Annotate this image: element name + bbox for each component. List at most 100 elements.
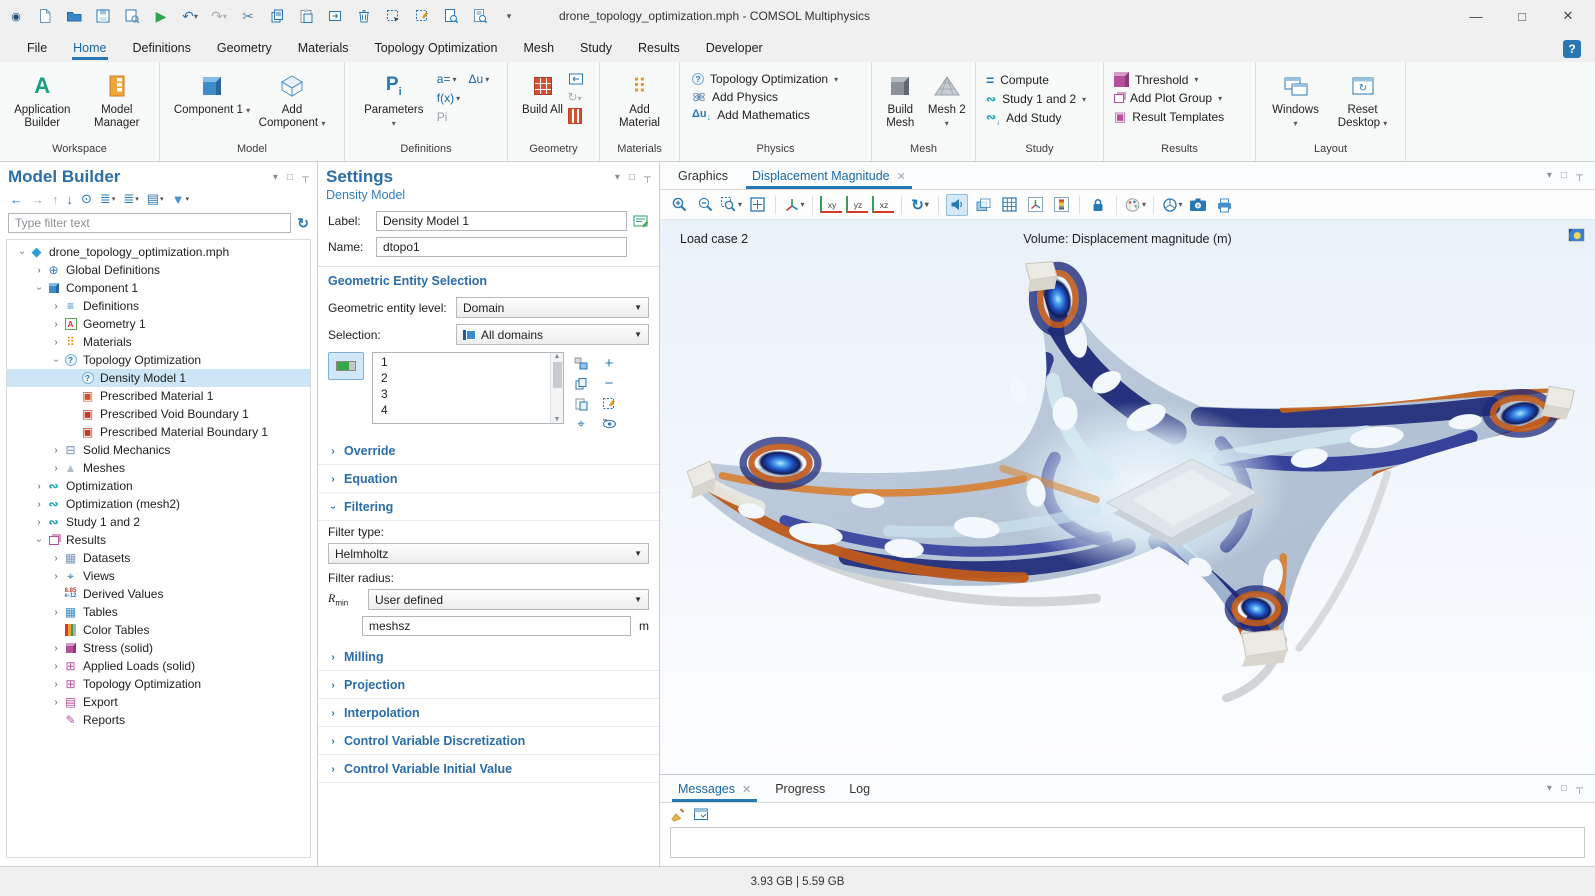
panel-float-icon[interactable]: □ xyxy=(629,172,635,183)
panel-float-icon[interactable]: □ xyxy=(1561,170,1567,181)
panel-menu-icon[interactable]: ▾ xyxy=(1547,783,1552,794)
move-up-icon[interactable]: ↑ xyxy=(52,192,59,207)
domain-list[interactable]: 1 2 3 4 ▲▼ xyxy=(372,352,564,424)
delete-icon[interactable] xyxy=(352,4,376,28)
tree-item-component-1[interactable]: ›Component 1 xyxy=(7,279,310,297)
tree-item-root[interactable]: ›◆drone_topology_optimization.mph xyxy=(7,243,310,261)
tab-results[interactable]: Results xyxy=(625,36,693,62)
geometric-entity-level-select[interactable]: Domain▼ xyxy=(456,297,649,318)
tree-filter-input[interactable] xyxy=(8,213,291,233)
chevron-icon[interactable]: › xyxy=(51,353,62,367)
selection-select[interactable]: All domains▼ xyxy=(456,324,649,345)
color-theme-icon[interactable]: ▾ xyxy=(1124,194,1146,216)
chevron-icon[interactable]: › xyxy=(49,301,63,312)
tab-definitions[interactable]: Definitions xyxy=(120,36,204,62)
table-message-icon[interactable] xyxy=(693,807,709,821)
transparency-icon[interactable] xyxy=(972,194,994,216)
panel-float-icon[interactable]: □ xyxy=(1561,783,1567,794)
application-builder-button[interactable]: A Application Builder xyxy=(6,68,79,130)
section-control-variable-initial-value[interactable]: ›Control Variable Initial Value xyxy=(318,755,659,783)
rotate-view-icon[interactable]: ↻▾ xyxy=(909,194,931,216)
tree-item-derived-values[interactable]: 8.85e-12Derived Values xyxy=(7,585,310,603)
zoom-to-selection-icon[interactable]: ⌖ xyxy=(572,414,590,433)
environment-reflections-icon[interactable]: ▾ xyxy=(1161,194,1183,216)
paint-selection-icon[interactable] xyxy=(600,394,618,413)
chevron-icon[interactable]: › xyxy=(49,337,63,348)
edit-label-icon[interactable] xyxy=(633,214,649,228)
tree-item-datasets[interactable]: ›▦Datasets xyxy=(7,549,310,567)
tab-mesh[interactable]: Mesh xyxy=(510,36,567,62)
zoom-extents-icon[interactable] xyxy=(746,194,768,216)
visibility-icon[interactable] xyxy=(600,414,618,433)
panel-menu-icon[interactable]: ▾ xyxy=(615,172,620,183)
chevron-icon[interactable]: › xyxy=(34,281,45,295)
tree-item-geometry-1[interactable]: ›AGeometry 1 xyxy=(7,315,310,333)
add-plot-group-button[interactable]: Add Plot Group▾ xyxy=(1114,91,1224,105)
tree-item-results[interactable]: ›Results xyxy=(7,531,310,549)
save-as-icon[interactable] xyxy=(120,4,144,28)
duplicate-icon[interactable] xyxy=(323,4,347,28)
component-1-button[interactable]: Component 1 ▾ xyxy=(173,68,251,117)
zoom-box-icon[interactable]: ▾ xyxy=(720,194,742,216)
domain-list-scrollbar[interactable]: ▲▼ xyxy=(550,353,563,423)
close-tab-icon[interactable]: ✕ xyxy=(897,170,906,183)
tree-item-applied-loads-solid[interactable]: ›⊞Applied Loads (solid) xyxy=(7,657,310,675)
new-file-icon[interactable] xyxy=(33,4,57,28)
study-1-and-2-button[interactable]: ∾Study 1 and 2▾ xyxy=(986,92,1086,106)
tree-item-prescribed-material-boundary-1[interactable]: ▣Prescribed Material Boundary 1 xyxy=(7,423,310,441)
chevron-icon[interactable]: › xyxy=(34,533,45,547)
view-xz-button[interactable]: xz xyxy=(872,196,894,213)
domain-list-item[interactable]: 4 xyxy=(373,402,550,418)
tab-graphics[interactable]: Graphics xyxy=(666,165,740,189)
tab-geometry[interactable]: Geometry xyxy=(204,36,285,62)
compute-button[interactable]: =Compute xyxy=(986,72,1086,88)
save-icon[interactable] xyxy=(91,4,115,28)
tree-item-prescribed-void-boundary-1[interactable]: ▣Prescribed Void Boundary 1 xyxy=(7,405,310,423)
filter-funnel-icon[interactable]: ▼▾ xyxy=(172,192,189,207)
app-icon[interactable]: ◉ xyxy=(4,4,28,28)
zoom-out-icon[interactable] xyxy=(694,194,716,216)
tree-item-reports[interactable]: ✎Reports xyxy=(7,711,310,729)
partition-icon[interactable] xyxy=(568,108,582,124)
close-tab-icon[interactable]: ✕ xyxy=(742,783,751,796)
section-projection[interactable]: ›Projection xyxy=(318,671,659,699)
copy-icon[interactable] xyxy=(265,4,289,28)
chevron-icon[interactable]: › xyxy=(49,643,63,654)
tree-item-topology-optimization[interactable]: ›?Topology Optimization xyxy=(7,351,310,369)
tree-item-definitions[interactable]: ›≡Definitions xyxy=(7,297,310,315)
find-icon[interactable] xyxy=(468,4,492,28)
chevron-icon[interactable]: › xyxy=(49,553,63,564)
nonlocal-couplings-button[interactable]: Δu▾ xyxy=(468,72,489,86)
panel-menu-icon[interactable]: ▾ xyxy=(1547,170,1552,181)
copy-selection-icon[interactable] xyxy=(572,374,590,393)
tree-item-solid-mechanics[interactable]: ›⊟Solid Mechanics xyxy=(7,441,310,459)
view-orientation-icon[interactable]: ▾ xyxy=(783,194,805,216)
chevron-icon[interactable]: › xyxy=(49,697,63,708)
build-mesh-button[interactable]: Build Mesh xyxy=(878,68,923,130)
add-study-button[interactable]: ∾↓Add Study xyxy=(986,110,1086,126)
scene-light-icon[interactable] xyxy=(946,194,968,216)
chevron-icon[interactable]: › xyxy=(17,245,28,259)
print-icon[interactable] xyxy=(1213,194,1235,216)
help-button[interactable]: ? xyxy=(1563,40,1581,58)
tab-developer[interactable]: Developer xyxy=(693,36,776,62)
tree-item-optimization-mesh2[interactable]: ›∾Optimization (mesh2) xyxy=(7,495,310,513)
model-manager-button[interactable]: Model Manager xyxy=(81,68,154,130)
redo-icon[interactable]: ↷▾ xyxy=(207,4,231,28)
paste-selection-icon[interactable] xyxy=(572,394,590,413)
chevron-icon[interactable]: › xyxy=(49,607,63,618)
chevron-icon[interactable]: › xyxy=(49,661,63,672)
panel-pin-icon[interactable]: ┬ xyxy=(302,172,309,183)
clear-messages-icon[interactable] xyxy=(670,807,685,822)
run-icon[interactable]: ▶ xyxy=(149,4,173,28)
name-field-input[interactable] xyxy=(376,237,627,257)
tree-item-tables[interactable]: ›▦Tables xyxy=(7,603,310,621)
import-geometry-icon[interactable] xyxy=(568,72,584,86)
section-override[interactable]: ›Override xyxy=(318,437,659,465)
tree-item-views[interactable]: ›⌖Views xyxy=(7,567,310,585)
remove-domain-icon[interactable]: − xyxy=(600,374,618,393)
expand-all-icon[interactable]: ≣▾ xyxy=(123,191,138,207)
forward-icon[interactable]: → xyxy=(31,192,44,207)
panel-float-icon[interactable]: □ xyxy=(287,172,293,183)
section-geometric-entity-selection[interactable]: Geometric Entity Selection xyxy=(318,267,659,294)
